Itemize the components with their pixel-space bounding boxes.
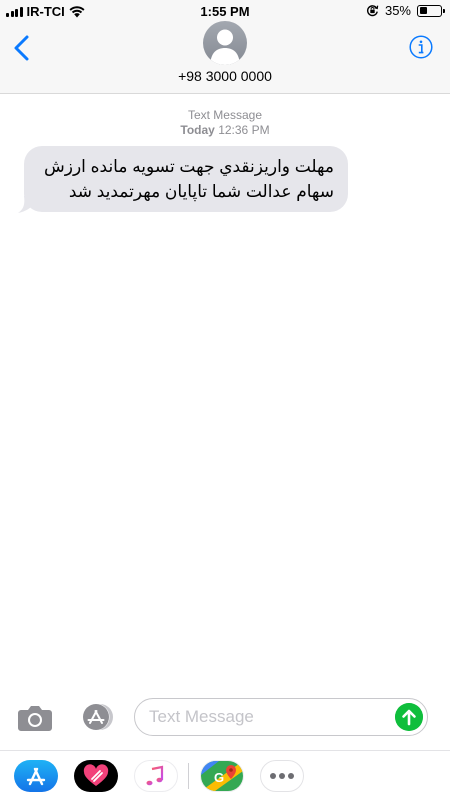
incoming-message-bubble[interactable]: مهلت واریزنقدي جهت تسويه مانده ارزش سهام… [24,146,348,212]
app-store-glyph [26,767,46,786]
svg-text:G: G [214,770,224,785]
message-input[interactable] [149,699,379,735]
message-composer [0,696,450,742]
battery-icon [417,4,445,17]
person-silhouette-icon [210,29,240,65]
message-time: 12:36 PM [218,123,270,137]
message-timestamp: Text Message Today 12:36 PM [0,108,450,138]
contact-avatar[interactable] [203,21,247,65]
message-date: Today 12:36 PM [0,123,450,138]
app-drawer: G [0,750,450,800]
app-store-button-icon[interactable] [74,702,114,732]
maps-glyph: G [201,761,243,791]
music-icon[interactable] [134,760,178,792]
app-store-icon[interactable] [14,760,58,792]
message-line: سهام عدالت شما تاپایان مهرتمدید شد [68,182,334,201]
contact-number[interactable]: +98 3000 0000 [0,68,450,84]
ellipsis-icon [270,773,294,779]
back-chevron-icon[interactable] [10,34,34,62]
conversation-header: IR-TCI 1:55 PM 35% +98 3000 0000 [0,0,450,94]
battery-percent: 35% [384,3,411,18]
battery-fill [419,7,427,14]
message-day: Today [180,123,215,137]
send-arrow-icon[interactable] [395,703,423,731]
digital-touch-icon[interactable] [74,760,118,792]
message-line: مهلت واریزنقدي جهت تسويه مانده ارزش [44,157,334,176]
status-right: 35% [366,3,445,18]
drawer-divider [188,763,189,789]
heart-icon [83,764,109,786]
camera-icon[interactable] [17,704,53,732]
more-icon[interactable] [260,760,304,792]
music-note-icon [146,765,164,786]
status-bar: IR-TCI 1:55 PM 35% [0,0,450,22]
message-input-field[interactable] [134,698,428,736]
maps-icon[interactable]: G [200,760,244,792]
service-label: Text Message [187,108,263,122]
orientation-lock-icon [366,5,379,17]
info-icon[interactable] [409,35,433,59]
